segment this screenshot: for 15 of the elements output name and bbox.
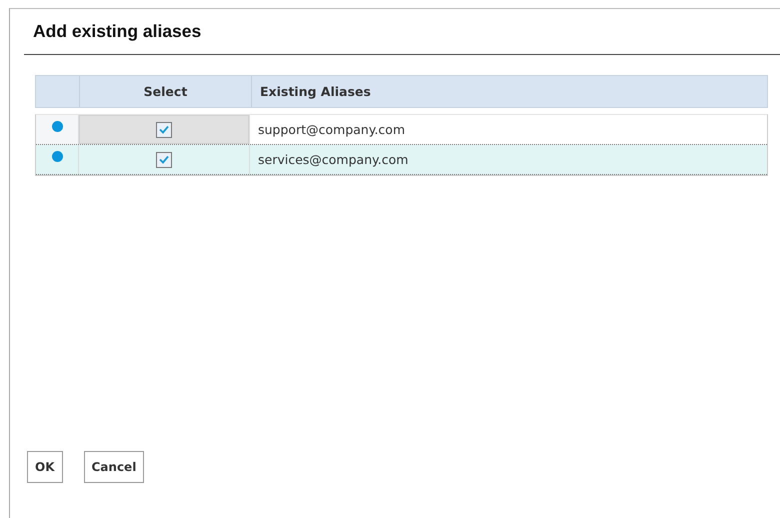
alias-cell-text: support@company.com: [257, 121, 406, 139]
checkbox[interactable]: [156, 122, 172, 138]
ok-button[interactable]: OK: [27, 451, 62, 483]
cancel-button[interactable]: Cancel: [84, 451, 144, 483]
status-dot-icon: [52, 121, 62, 132]
check-icon: [159, 125, 169, 134]
dialog-title: Add existing aliases: [32, 20, 202, 42]
alias-cell-text: services@company.com: [257, 151, 410, 169]
checkbox[interactable]: [156, 152, 172, 168]
column-header: Select: [79, 76, 251, 107]
check-icon: [159, 155, 169, 164]
table-row[interactable]: services@company.com: [36, 145, 767, 175]
table-row[interactable]: support@company.com: [36, 115, 767, 145]
status-dot-icon: [52, 151, 62, 162]
column-header: Existing Aliases: [251, 76, 767, 107]
